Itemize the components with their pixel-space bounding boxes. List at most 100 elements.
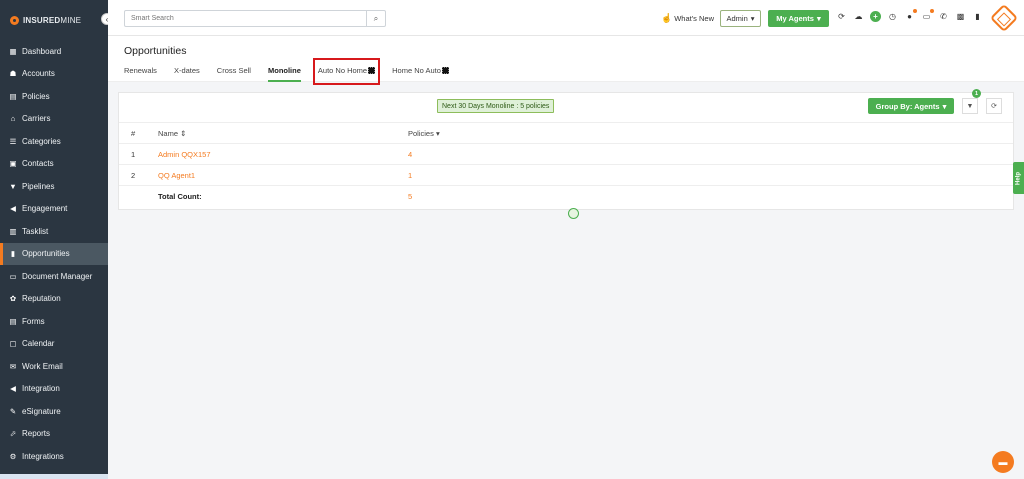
sidebar-item-label: Document Manager	[22, 271, 93, 281]
reports-icon: ⬀	[9, 429, 17, 439]
sidebar-item-esignature[interactable]: ✎ eSignature	[0, 400, 108, 423]
admin-select[interactable]: Admin ▾	[720, 10, 761, 27]
sidebar-item-calendar[interactable]: ▢ Calendar	[0, 333, 108, 356]
sidebar-item-reputation[interactable]: ✿ Reputation	[0, 288, 108, 311]
row-number: 2	[119, 164, 158, 186]
insuredmine-logo-icon	[10, 15, 19, 25]
tab-x-dates[interactable]: X-dates	[174, 63, 200, 80]
col-header-number: #	[119, 122, 158, 144]
policies-count-link[interactable]: 4	[408, 143, 1013, 165]
chip-icon	[441, 67, 449, 74]
chat-icon[interactable]: ▬	[992, 451, 1014, 473]
sidebar-item-policies[interactable]: ▤ Policies	[0, 85, 108, 108]
group-by-button[interactable]: Group By: Agents ▾	[868, 98, 954, 114]
sidebar-item-integration[interactable]: ◀ Integration	[0, 378, 108, 401]
help-tab[interactable]: Help	[1013, 162, 1024, 194]
sidebar-item-engagement[interactable]: ◀ Engagement	[0, 198, 108, 221]
top-bar: ⌕ ☝ What's New Admin ▾ My Agents ▾ ⟳ ☁ +…	[108, 0, 1024, 36]
col-header-policies[interactable]: Policies ▾	[408, 122, 1013, 144]
sidebar-item-label: Pipelines	[22, 181, 55, 191]
search-icon[interactable]: ⌕	[366, 11, 385, 26]
sidebar-item-categories[interactable]: ☰ Categories	[0, 130, 108, 153]
clock-icon[interactable]: ◷	[887, 11, 898, 22]
message-icon[interactable]: ▭	[921, 9, 934, 22]
notification-dot	[913, 9, 917, 13]
filter-icon: ▼	[966, 102, 974, 110]
tab-cross-sell[interactable]: Cross Sell	[217, 63, 251, 80]
scroll-indicator[interactable]	[568, 208, 579, 219]
sidebar-item-integrations[interactable]: ⚙ Integrations	[0, 445, 108, 468]
whats-new-link[interactable]: ☝ What's New	[661, 13, 714, 24]
user-avatar[interactable]	[989, 3, 1019, 33]
bell-icon[interactable]: ●	[904, 9, 917, 22]
my-agents-label: My Agents	[776, 14, 814, 23]
sort-icon: ⇕	[180, 128, 187, 138]
contacts-icon: ▣	[9, 159, 17, 169]
agent-name-link[interactable]: Admin QQX157	[158, 143, 408, 165]
document-icon[interactable]: ▮	[972, 11, 983, 22]
sidebar-item-accounts[interactable]: ☗ Accounts	[0, 63, 108, 86]
chevron-down-icon: ▾	[816, 14, 821, 23]
table-row: 1 Admin QQX157 4	[119, 143, 1013, 165]
funnel-icon: ▼	[9, 181, 17, 191]
total-value-link[interactable]: 5	[408, 185, 1013, 207]
filter-button[interactable]: ▼	[962, 98, 978, 114]
sidebar-item-label: Contacts	[22, 159, 54, 169]
tab-home-no-auto[interactable]: Home No Auto	[392, 63, 449, 80]
sidebar-item-document-manager[interactable]: ▭ Document Manager	[0, 265, 108, 288]
sidebar-item-pipelines[interactable]: ▼ Pipelines	[0, 175, 108, 198]
agent-name-link[interactable]: QQ Agent1	[158, 164, 408, 186]
chip-icon[interactable]: ▩	[955, 11, 966, 22]
tab-label: Home No Auto	[392, 66, 441, 75]
bar-chart-icon: ▮	[10, 249, 16, 259]
col-header-label: Policies	[408, 128, 434, 138]
forms-icon: ▤	[9, 316, 17, 326]
sidebar-item-reports[interactable]: ⬀ Reports	[0, 423, 108, 446]
total-empty-cell	[119, 185, 158, 207]
summary-badge: Next 30 Days Monoline : 5 policies	[437, 99, 555, 113]
sidebar-item-carriers[interactable]: ⌂ Carriers	[0, 108, 108, 131]
sidebar-item-work-email[interactable]: ✉ Work Email	[0, 355, 108, 378]
sidebar: INSUREDMINE ‹ ▦ Dashboard ☗ Accounts ▤ Poli…	[0, 0, 113, 479]
opportunity-tabs: Renewals X-dates Cross Sell Monoline Aut…	[124, 58, 1024, 85]
phone-icon[interactable]: ✆	[938, 11, 949, 22]
tab-monoline[interactable]: Monoline	[267, 63, 301, 82]
top-icon-bar: ⟳ ☁ + ◷ ● ▭ ✆ ▩ ▮	[836, 9, 983, 22]
whats-new-label: What's New	[674, 14, 714, 23]
agents-table: # Name ⇕ Policies ▾ 1 Admin QQX157 4 2 Q…	[119, 122, 1013, 207]
gear-icon: ⚙	[9, 451, 17, 461]
email-icon: ✉	[9, 361, 17, 371]
megaphone-icon: ◀	[10, 204, 16, 214]
sidebar-item-tasklist[interactable]: ▥ Tasklist	[0, 220, 108, 243]
sidebar-item-opportunities[interactable]: ▮ Opportunities	[0, 242, 108, 265]
tab-label: Auto No Home	[317, 66, 368, 75]
group-by-label: Group By: Agents	[875, 101, 940, 111]
sidebar-item-label: Policies	[22, 91, 50, 101]
chevron-down-icon: ▾	[750, 14, 755, 23]
tab-auto-no-home[interactable]: Auto No Home	[312, 58, 381, 85]
notification-dot	[930, 9, 934, 13]
refresh-button[interactable]: ⟳	[986, 98, 1002, 114]
sidebar-item-dashboard[interactable]: ▦ Dashboard	[0, 40, 108, 63]
add-icon[interactable]: +	[870, 11, 881, 22]
sidebar-item-contacts[interactable]: ▣ Contacts	[0, 153, 108, 176]
tab-renewals[interactable]: Renewals	[124, 63, 157, 80]
brand-name: INSUREDMINE	[23, 15, 82, 25]
sidebar-item-forms[interactable]: ▤ Forms	[0, 310, 108, 333]
my-agents-button[interactable]: My Agents ▾	[768, 10, 829, 27]
sidebar-item-label: Engagement	[22, 204, 68, 214]
sidebar-item-label: Work Email	[22, 361, 63, 371]
signature-icon: ✎	[9, 406, 17, 416]
sync-icon[interactable]: ⟳	[836, 11, 847, 22]
refresh-icon: ⟳	[991, 103, 997, 110]
megaphone-icon: ◀	[10, 384, 16, 394]
search-input[interactable]	[125, 11, 366, 26]
sidebar-item-label: Accounts	[22, 69, 55, 79]
policies-count-link[interactable]: 1	[408, 164, 1013, 186]
sidebar-item-label: Integrations	[22, 451, 64, 461]
brand-logo[interactable]: INSUREDMINE	[0, 0, 108, 40]
smart-search: ⌕	[124, 10, 386, 27]
sidebar-nav: ▦ Dashboard ☗ Accounts ▤ Policies ⌂ Carriers…	[0, 40, 108, 468]
cloud-icon[interactable]: ☁	[853, 11, 864, 22]
col-header-name[interactable]: Name ⇕	[158, 122, 408, 144]
